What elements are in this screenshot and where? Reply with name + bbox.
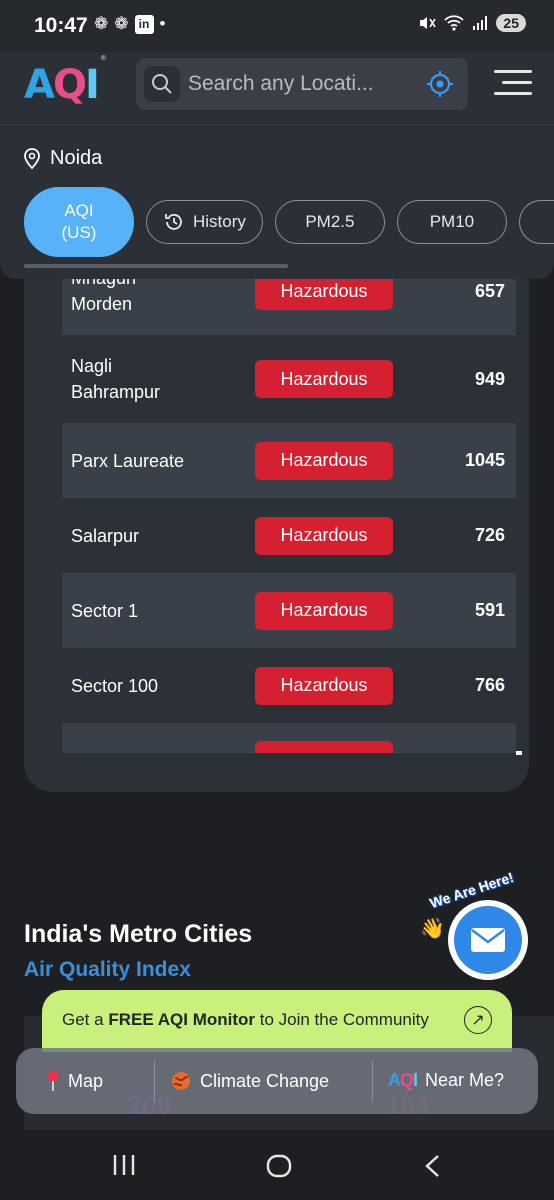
metro-cities-subtitle: Air Quality Index <box>24 958 191 981</box>
nav-climate-change[interactable]: Climate Change <box>170 1070 329 1092</box>
status-bar: 10:47 ❁ ❁ in • 25 <box>0 0 554 52</box>
table-row[interactable]: Sector 1 Hazardous 591 <box>62 573 516 648</box>
table-row[interactable]: Sector 100 Hazardous 766 <box>62 648 516 723</box>
nav-near-me[interactable]: AQI Near Me? <box>388 1070 504 1091</box>
nav-map[interactable]: Map <box>46 1070 103 1092</box>
aqi-mini-logo-icon: AQI <box>388 1070 418 1090</box>
status-badge-partial <box>255 741 393 753</box>
tab-more-partial[interactable] <box>518 200 554 244</box>
tabs-scroll-indicator <box>24 264 288 268</box>
bottom-navigation: Map Climate Change AQI Near Me? <box>16 1048 538 1114</box>
status-badge: Hazardous <box>255 279 393 310</box>
aqi-value: 1045 <box>464 450 505 470</box>
aqi-value: 591 <box>474 600 505 620</box>
history-icon <box>165 214 182 230</box>
aqi-value: 657 <box>474 280 505 301</box>
tab-pm10[interactable]: PM10 <box>396 200 507 244</box>
tab-history-label: History <box>193 212 246 231</box>
tab-aqi-label: AQI <box>64 201 94 220</box>
signal-icon <box>473 16 488 30</box>
notification-app-icon: ❁ <box>94 14 109 33</box>
nav-near-label: Near Me? <box>425 1070 505 1090</box>
nav-climate-label: Climate Change <box>200 1070 330 1091</box>
locality-name: Salarpur <box>71 525 140 546</box>
wifi-icon <box>444 15 465 31</box>
status-badge: Hazardous <box>255 666 393 705</box>
aqi-value: 949 <box>474 368 505 389</box>
status-badge: Hazardous <box>255 360 393 398</box>
table-row[interactable]: MhagunMorden Hazardous 657 <box>62 279 516 335</box>
tab-pm25[interactable]: PM2.5 <box>274 200 385 244</box>
locality-name: Sector 1 <box>71 600 139 621</box>
globe-warming-icon <box>172 1072 190 1090</box>
waving-hand-icon: 👋 <box>420 918 445 940</box>
locality-name: Parx Laureate <box>71 450 185 471</box>
tab-pm10-label: PM10 <box>429 212 475 231</box>
arrow-up-right-icon[interactable]: ↗ <box>464 1006 492 1034</box>
mute-icon <box>420 17 437 29</box>
linkedin-icon: in <box>134 14 154 34</box>
locality-ranking-card: MhagunMorden Hazardous 657 NagliBahrampu… <box>24 279 529 792</box>
table-row-partial[interactable] <box>62 723 516 753</box>
locality-name: Sector 100 <box>71 675 159 696</box>
table-row[interactable]: Nagli Bahrampur Hazardous 949 <box>62 335 516 423</box>
table-row[interactable]: Salarpur Hazardous 726 <box>62 498 516 573</box>
home-icon[interactable] <box>266 1154 292 1178</box>
app-header: AQI® <box>0 52 554 126</box>
table-row[interactable]: Parx Laureate Hazardous 1045 <box>62 423 516 498</box>
search-input[interactable] <box>188 68 408 100</box>
back-icon[interactable] <box>424 1154 440 1178</box>
tab-history[interactable]: History <box>146 200 263 244</box>
status-badge: Hazardous <box>255 441 393 480</box>
search-icon[interactable] <box>144 66 180 102</box>
status-badge: Hazardous <box>255 591 393 630</box>
tab-pm25-label: PM2.5 <box>305 212 355 231</box>
recent-apps-icon[interactable] <box>112 1154 136 1176</box>
location-tabs-panel: Noida AQI (US) History PM2.5 PM10 <box>0 127 554 279</box>
locality-name: Nagli Bahrampur <box>71 356 161 402</box>
current-location[interactable]: Noida <box>24 147 102 170</box>
we-are-here-chat-button[interactable]: We Are Here! 👋 <box>420 869 530 980</box>
tab-aqi-us[interactable]: AQI (US) <box>24 187 134 257</box>
status-badge: Hazardous <box>255 516 393 555</box>
system-navigation-bar <box>0 1130 554 1200</box>
menu-icon[interactable] <box>494 70 532 98</box>
nav-divider <box>372 1060 373 1102</box>
aqi-value: 726 <box>474 525 505 545</box>
locality-table[interactable]: MhagunMorden Hazardous 657 NagliBahrampu… <box>62 279 516 753</box>
free-monitor-banner[interactable]: Get a FREE AQI Monitor to Join the Commu… <box>42 990 512 1052</box>
nav-divider <box>154 1060 155 1102</box>
status-time: 10:47 <box>34 14 88 37</box>
notification-app-icon-2: ❁ <box>114 14 129 33</box>
tab-aqi-unit: (US) <box>61 223 97 242</box>
battery-indicator: 25 <box>496 14 526 32</box>
locality-name: MhagunMorden <box>71 279 136 314</box>
location-name: Noida <box>50 147 103 169</box>
scroll-end-marker <box>516 751 522 755</box>
metro-cities-title: India's Metro Cities <box>24 920 253 948</box>
search-bar[interactable] <box>136 58 468 110</box>
dot-icon: • <box>159 14 166 33</box>
locate-me-icon[interactable] <box>426 70 454 98</box>
aqi-logo[interactable]: AQI® <box>24 54 107 108</box>
location-pin-icon <box>24 147 40 169</box>
notification-icons: ❁ ❁ in • <box>94 14 165 34</box>
promo-text: Get a FREE AQI Monitor to Join the Commu… <box>62 1010 429 1029</box>
nav-map-label: Map <box>68 1070 104 1091</box>
aqi-value: 766 <box>474 675 505 695</box>
map-pin-icon <box>47 1070 59 1091</box>
metric-tabs: AQI (US) History PM2.5 PM10 <box>24 187 554 257</box>
status-right: 25 <box>418 14 526 32</box>
mail-icon <box>454 906 522 974</box>
chat-button-ring <box>448 900 528 980</box>
